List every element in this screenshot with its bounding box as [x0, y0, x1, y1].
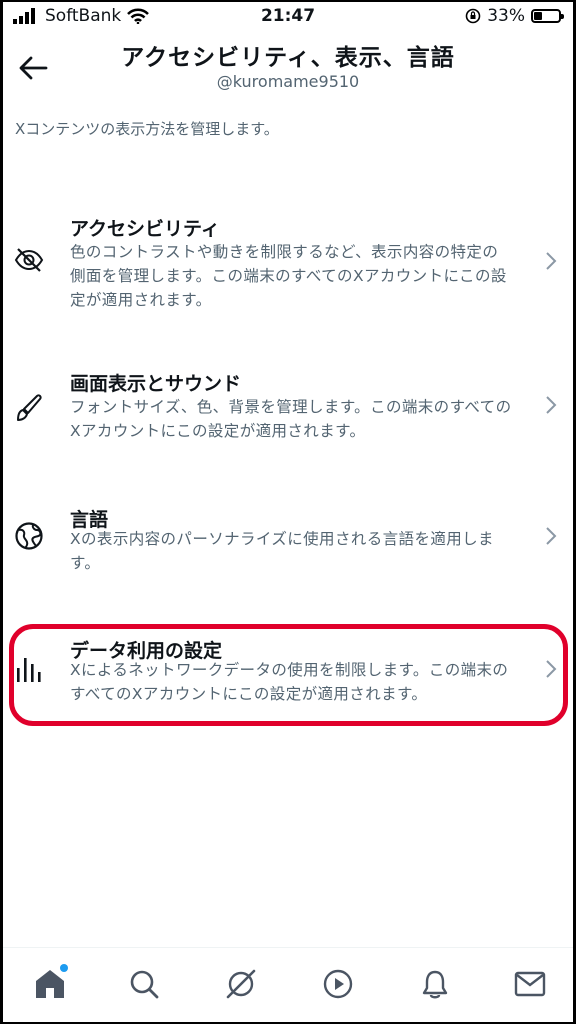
video-icon [323, 969, 353, 999]
chevron-right-icon [546, 252, 557, 270]
item-description: Xの表示内容のパーソナライズに使用される言語を適用します。 [70, 530, 494, 572]
item-description: 色のコントラストや動きを制限するなど、表示内容の特定の側面を管理します。この端末… [70, 243, 507, 309]
status-right: 33% [465, 6, 564, 26]
bottom-nav [3, 947, 573, 1022]
status-bar: SoftBank 21:47 33% [3, 2, 573, 32]
battery-percent: 33% [487, 6, 525, 26]
chevron-right-icon [546, 527, 557, 545]
nav-home[interactable] [30, 964, 70, 1004]
chevron-right-icon [546, 396, 557, 414]
item-title: アクセシビリティ [70, 218, 220, 240]
nav-search[interactable] [124, 964, 164, 1004]
spaces-icon [226, 969, 256, 999]
battery-icon [531, 9, 564, 23]
paintbrush-icon [17, 394, 42, 421]
item-description: フォントサイズ、色、背景を管理します。この端末のすべてのXアカウントにこの設定が… [70, 398, 512, 440]
menu-item-display-sound[interactable]: 画面表示とサウンド フォントサイズ、色、背景を管理します。この端末のすべてのXア… [3, 366, 573, 446]
page-description: Xコンテンツの表示方法を管理します。 [15, 120, 279, 138]
menu-item-accessibility[interactable]: アクセシビリティ 色のコントラストや動きを制限するなど、表示内容の特定の側面を管… [3, 210, 573, 310]
notification-dot [60, 964, 68, 972]
nav-spaces[interactable] [221, 964, 261, 1004]
highlight-annotation [9, 624, 568, 726]
account-username: @kuromame9510 [216, 72, 360, 91]
eye-slash-icon [14, 248, 44, 272]
nav-messages[interactable] [510, 964, 550, 1004]
battery-fill [534, 12, 542, 20]
globe-icon [15, 522, 43, 550]
mail-icon [514, 971, 546, 997]
nav-video[interactable] [318, 964, 358, 1004]
search-icon [130, 970, 159, 999]
page-title: アクセシビリティ、表示、言語 [121, 45, 455, 71]
home-icon [36, 970, 64, 998]
menu-item-language[interactable]: 言語 Xの表示内容のパーソナライズに使用される言語を適用します。 [3, 502, 573, 582]
rotation-lock-icon [465, 8, 481, 24]
nav-notifications[interactable] [415, 964, 455, 1004]
screen: SoftBank 21:47 33% アクセシビリティ、表示、言語 @kurom… [3, 2, 573, 1022]
bell-icon [422, 970, 448, 999]
item-title: 画面表示とサウンド [70, 373, 242, 395]
